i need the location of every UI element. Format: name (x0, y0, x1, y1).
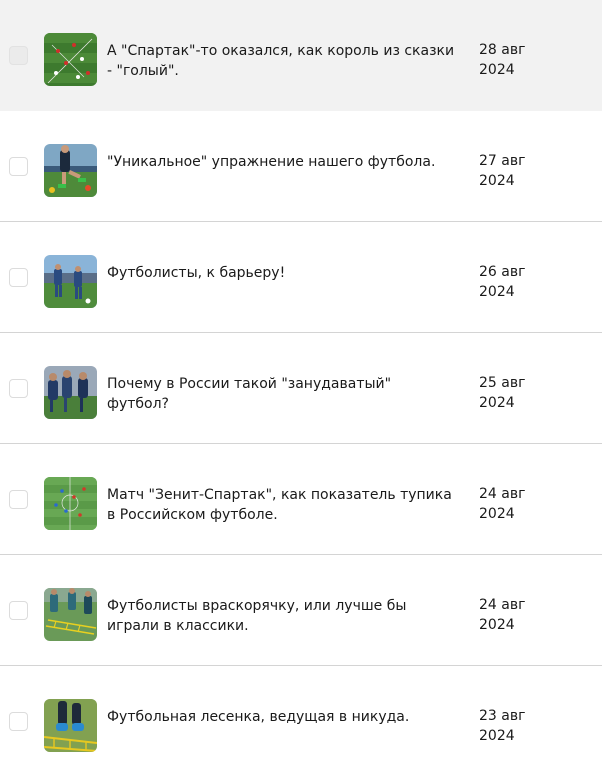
select-checkbox[interactable] (9, 157, 28, 176)
article-date: 28 авг 2024 (479, 40, 559, 80)
pitch-tactics-icon (44, 33, 97, 86)
players-stadium-icon (44, 255, 97, 308)
players-training-icon (44, 366, 97, 419)
date-year: 2024 (479, 728, 515, 744)
article-title[interactable]: Футбольная лесенка, ведущая в никуда. (107, 707, 457, 727)
article-date: 23 авг 2024 (479, 706, 559, 746)
list-item[interactable]: А "Спартак"-то оказался, как король из с… (0, 0, 602, 111)
thumbnail-image[interactable] (44, 255, 97, 308)
article-date: 27 авг 2024 (479, 151, 559, 191)
date-day: 25 авг (479, 375, 526, 391)
select-checkbox[interactable] (9, 268, 28, 287)
date-year: 2024 (479, 506, 515, 522)
select-checkbox[interactable] (9, 46, 28, 65)
list-item[interactable]: Футболисты враскорячку, или лучше бы игр… (0, 555, 602, 666)
thumbnail-image[interactable] (44, 588, 97, 641)
article-date: 24 авг 2024 (479, 595, 559, 635)
agility-ladder-icon (44, 699, 97, 752)
date-year: 2024 (479, 62, 515, 78)
thumbnail-image[interactable] (44, 477, 97, 530)
date-day: 27 авг (479, 153, 526, 169)
date-day: 24 авг (479, 597, 526, 613)
date-year: 2024 (479, 173, 515, 189)
list-item[interactable]: "Уникальное" упражнение нашего футбола. … (0, 111, 602, 222)
article-title[interactable]: А "Спартак"-то оказался, как король из с… (107, 41, 457, 81)
select-checkbox[interactable] (9, 379, 28, 398)
article-list: А "Спартак"-то оказался, как король из с… (0, 0, 602, 777)
select-checkbox[interactable] (9, 712, 28, 731)
article-title[interactable]: Матч "Зенит-Спартак", как показатель туп… (107, 485, 457, 525)
article-date: 24 авг 2024 (479, 484, 559, 524)
article-title[interactable]: Футболисты, к барьеру! (107, 263, 457, 283)
select-checkbox[interactable] (9, 601, 28, 620)
list-item[interactable]: Матч "Зенит-Спартак", как показатель туп… (0, 444, 602, 555)
date-day: 23 авг (479, 708, 526, 724)
article-date: 25 авг 2024 (479, 373, 559, 413)
article-title[interactable]: Футболисты враскорячку, или лучше бы игр… (107, 596, 457, 636)
date-year: 2024 (479, 617, 515, 633)
date-year: 2024 (479, 284, 515, 300)
thumbnail-image[interactable] (44, 699, 97, 752)
date-year: 2024 (479, 395, 515, 411)
thumbnail-image[interactable] (44, 366, 97, 419)
list-item[interactable]: Футбольная лесенка, ведущая в никуда. 23… (0, 666, 602, 777)
date-day: 28 авг (479, 42, 526, 58)
article-date: 26 авг 2024 (479, 262, 559, 302)
list-item[interactable]: Почему в России такой "занудаватый" футб… (0, 333, 602, 444)
article-title[interactable]: Почему в России такой "занудаватый" футб… (107, 374, 457, 414)
select-checkbox[interactable] (9, 490, 28, 509)
date-day: 26 авг (479, 264, 526, 280)
match-aerial-icon (44, 477, 97, 530)
article-title[interactable]: "Уникальное" упражнение нашего футбола. (107, 152, 457, 172)
thumbnail-image[interactable] (44, 33, 97, 86)
ladder-drill-icon (44, 588, 97, 641)
thumbnail-image[interactable] (44, 144, 97, 197)
date-day: 24 авг (479, 486, 526, 502)
training-drill-icon (44, 144, 97, 197)
list-item[interactable]: Футболисты, к барьеру! 26 авг 2024 (0, 222, 602, 333)
